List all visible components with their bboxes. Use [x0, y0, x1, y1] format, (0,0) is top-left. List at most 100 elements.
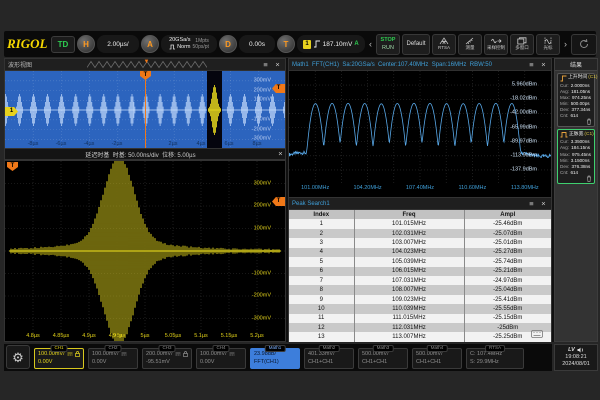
peak-ampl: -25.21dBm [465, 267, 551, 276]
y-axis-label: -113.9dBm [503, 153, 537, 159]
dc-coupling-icon [175, 352, 181, 356]
table-row[interactable]: 4104.023MHz-25.27dBm [289, 248, 551, 257]
delay-knob[interactable]: D [219, 35, 237, 53]
channel-box-ch1[interactable]: CH1100.00mV/0.00V [34, 348, 84, 369]
trigger-knob[interactable]: T [277, 35, 295, 53]
peak-freq: 101.015MHz [355, 219, 465, 228]
close-icon[interactable]: × [539, 200, 548, 208]
close-icon[interactable]: × [539, 61, 548, 69]
table-row[interactable]: 3103.007MHz-25.01dBm [289, 238, 551, 247]
channel-box-math3[interactable]: Math3500.00mV/CH1+CH1 [358, 348, 408, 369]
channel-offset: FFT(CH1) [254, 358, 296, 366]
delay-timebase-bar: 延迟时基 时基: 50.00ns/div 位移: 5.00µs × [4, 148, 286, 160]
close-icon[interactable]: × [276, 150, 285, 158]
table-row[interactable]: 7107.031MHz-24.97dBm [289, 276, 551, 285]
peak-ampl: -25.27dBm [465, 248, 551, 257]
datetime-box[interactable]: LV 19:08:21 2024/08/01 [554, 344, 598, 371]
table-row[interactable]: 10110.039MHz-25.55dBm [289, 304, 551, 313]
offset-value: 0.00V [38, 358, 52, 366]
zoom-plot[interactable]: T T 300mV200mV100mV-100mV-200mV-300mV4.8… [5, 161, 285, 341]
measurement-card[interactable]: 正脉宽(C1)Cur:3.3500nsAvg:184.15nsMax:975.4… [557, 129, 595, 183]
record-overview-strip[interactable]: ▼ [87, 60, 207, 69]
stat-label: Cnt: [560, 170, 568, 176]
peak-index: 2 [289, 229, 355, 238]
measurement-source: (C1) [588, 75, 597, 81]
close-icon[interactable]: × [273, 61, 282, 69]
delay-value[interactable]: 0.00s [239, 35, 275, 53]
channel-box-math2[interactable]: Math2401.33mV/CH1+CH1 [304, 348, 354, 369]
y-axis-label: -200mV [237, 127, 271, 133]
peak-freq: 103.007MHz [355, 238, 465, 247]
table-row[interactable]: 8108.007MHz-25.04dBm [289, 285, 551, 294]
waveform-view-header: 波形视图 ▼ ≡ × [5, 59, 285, 71]
offset-value: S: 29.9MHz [470, 358, 499, 366]
x-axis-label: 113.80MHz [511, 186, 539, 192]
toolbar-tool-4[interactable]: 光标 [536, 34, 560, 55]
peak-index: 3 [289, 238, 355, 247]
stop-run-button[interactable]: STOP RUN [376, 34, 400, 55]
timebase-value[interactable]: 2.00µs/ [97, 35, 139, 53]
channel-box-math1[interactable]: Math123.98dB/FFT(CH1) [250, 348, 300, 369]
acquisition-mode-badge[interactable]: TD [51, 36, 75, 53]
expand-right-button[interactable]: › [562, 40, 569, 49]
peak-freq: 105.039MHz [355, 257, 465, 266]
x-axis-label: 5.1µs [194, 334, 208, 340]
toolbar-tool-2[interactable]: 采样控制 [484, 34, 508, 55]
offset-value: -95.51mV [146, 358, 170, 366]
lock-icon [75, 351, 80, 357]
default-label: Default [406, 41, 425, 47]
y-axis-label: 100mV [237, 98, 271, 104]
y-axis-label: -42.00dBm [503, 111, 537, 117]
default-button[interactable]: Default [402, 34, 430, 55]
channel-box-ch3[interactable]: CH3200.00mV/-95.51mV [142, 348, 192, 369]
menu-icon[interactable]: ≡ [527, 61, 536, 69]
toolbar-tool-1[interactable]: 测量 [458, 34, 482, 55]
clock-date: 2024/08/01 [562, 361, 590, 368]
table-row[interactable]: 12112.031MHz-25dBm [289, 323, 551, 332]
menu-icon[interactable]: ≡ [527, 200, 536, 208]
y-axis-label: 200mV [237, 203, 271, 209]
volume-label: LV [568, 347, 575, 354]
table-row[interactable]: 13113.007MHz-25.25dBm [289, 332, 551, 341]
trigger-settings[interactable]: 1 187.10mV A [297, 35, 365, 53]
menu-icon[interactable]: ≡ [261, 61, 270, 69]
table-row[interactable]: 6106.015MHz-25.21dBm [289, 267, 551, 276]
sample-info[interactable]: 20GSa/s Norm 1Mpts 50ps/pt [161, 35, 217, 53]
settings-gear-button[interactable]: ⚙ [6, 345, 30, 369]
fft-plot[interactable]: 5.960dBm-18.02dBm-42.00dBm-65.99dBm-89.9… [289, 71, 551, 184]
acquire-knob[interactable]: A [141, 35, 159, 53]
clock-time: 19:08:21 [565, 354, 586, 361]
channel-box-rtsa[interactable]: RTSAC: 107.4MHzS: 29.9MHz [466, 348, 524, 369]
refresh-button[interactable] [571, 34, 597, 55]
x-axis-label: 4µs [197, 142, 206, 148]
table-row[interactable]: 1101.015MHz-25.46dBm [289, 219, 551, 228]
channel-box-math4[interactable]: Math4500.00mV/CH1+CH1 [412, 348, 462, 369]
table-row[interactable]: 2102.031MHz-25.07dBm [289, 229, 551, 238]
rtsa-button[interactable]: RTSA [432, 34, 456, 55]
top-toolbar: RIGOL TD H 2.00µs/ A 20GSa/s Norm 1Mpts … [4, 31, 596, 57]
table-row[interactable]: 9109.023MHz-25.41dBm [289, 295, 551, 304]
toolbar-tool-3[interactable]: 多窗口 [510, 34, 534, 55]
stat-value: 614 [570, 113, 578, 119]
x-axis-label: 107.40MHz [406, 186, 434, 192]
channel-tab: CH4 [212, 345, 229, 352]
delete-measurement-icon[interactable] [586, 175, 592, 182]
y-axis-label: 200mV [237, 88, 271, 94]
table-row[interactable]: 11111.015MHz-25.15dBm [289, 314, 551, 323]
channel-box-group: CH1100.00mV/0.00VCH2100.00mV/0.00VCH3200… [34, 348, 524, 369]
horizontal-knob[interactable]: H [77, 35, 95, 53]
collapse-left-button[interactable]: ‹ [367, 40, 374, 49]
column-header: Freq [355, 210, 465, 219]
channel-tab: CH2 [104, 345, 121, 352]
channel-box-ch4[interactable]: CH4100.00mV/0.00V [196, 348, 246, 369]
measurement-card[interactable]: 上升时间(C1)Cur:2.0000nsAvg:181.05nsMax:974.… [557, 73, 595, 127]
peak-freq: 110.039MHz [355, 304, 465, 313]
waveform-plot[interactable]: T 1 T 300mV200mV100mV-100mV-200mV-300mV-… [5, 71, 285, 149]
delete-measurement-icon[interactable] [586, 118, 592, 125]
table-row[interactable]: 5105.039MHz-25.74dBm [289, 257, 551, 266]
channel-tab: Math4 [427, 345, 448, 352]
channel-offset: 0.00V [200, 358, 242, 366]
rising-edge-icon [313, 40, 321, 48]
keypad-icon[interactable] [531, 330, 543, 338]
channel-box-ch2[interactable]: CH2100.00mV/0.00V [88, 348, 138, 369]
